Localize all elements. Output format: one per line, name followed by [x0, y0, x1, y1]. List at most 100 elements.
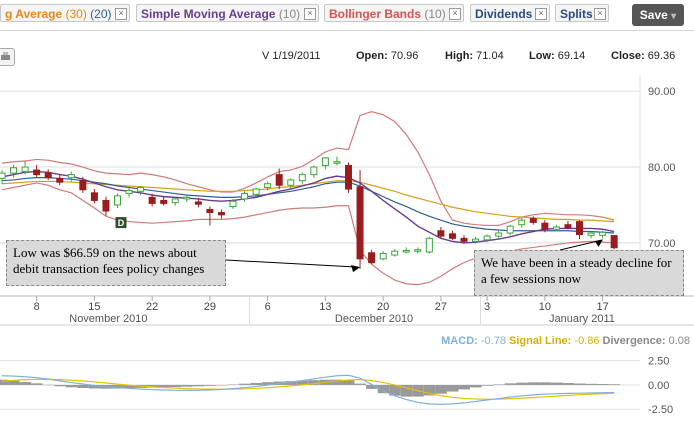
candle-body	[56, 177, 64, 183]
candle-body	[21, 166, 29, 173]
price-tick-label: 80.00	[648, 162, 676, 174]
candle-body	[102, 199, 110, 212]
x-tick-label: 29	[204, 301, 216, 313]
candle-body	[0, 172, 6, 179]
candle-body	[206, 209, 214, 214]
candle-body	[90, 192, 98, 201]
dividend-marker-label: D	[118, 218, 125, 228]
candle-body	[356, 186, 364, 260]
candle-body	[599, 231, 607, 236]
divergence-bar	[446, 384, 459, 392]
macd-tick-label: 0.00	[648, 380, 669, 392]
candle-body	[310, 166, 318, 176]
candle-body	[217, 212, 225, 216]
candle-body	[79, 180, 87, 191]
stock-chart[interactable]: 90.00 80.00 70.00 8 15 22 29 6 13 20 27 3 10 17 Novemb…	[0, 0, 694, 422]
x-tick-label: 27	[435, 301, 447, 313]
divergence-bar	[204, 384, 216, 386]
macd-value: -0.78	[481, 335, 509, 347]
candle-body	[345, 165, 352, 190]
candle-body	[67, 174, 75, 179]
candle-body	[298, 174, 306, 182]
x-tick-label: 10	[539, 301, 551, 313]
candle-body	[264, 183, 272, 189]
divergence-bar	[8, 380, 20, 385]
macd-legend: MACD: -0.78 Signal Line: -0.86 Divergenc…	[441, 335, 690, 347]
macd-tick-label: -2.50	[648, 404, 673, 416]
divergence-bar	[504, 383, 517, 385]
x-tick-label: 13	[319, 301, 331, 313]
candle-body	[483, 235, 491, 241]
candle-body	[379, 253, 387, 260]
candle-body	[368, 252, 376, 264]
candle-body	[495, 232, 503, 237]
candle-body	[114, 195, 121, 206]
candle-body	[321, 157, 329, 167]
candle-body	[171, 198, 179, 204]
x-tick-label: 15	[88, 301, 100, 313]
candle-body	[229, 200, 237, 207]
signal-value: -0.86	[574, 335, 602, 347]
candle-body	[275, 174, 283, 186]
candle-body	[414, 249, 422, 252]
divergence-bar	[435, 384, 447, 394]
divergence-bar	[19, 382, 32, 385]
divergence-bar	[42, 384, 55, 386]
candle-body	[472, 238, 480, 242]
month-label: December 2010	[335, 313, 413, 325]
divergence-bar	[250, 382, 263, 385]
divergence-bar	[239, 383, 251, 385]
arrow-head-low	[351, 265, 361, 273]
candle-body	[518, 219, 526, 226]
divergence-bar	[77, 384, 89, 388]
x-tick-label: 22	[146, 301, 158, 313]
divergence-bar	[516, 382, 528, 385]
divergence-bar	[493, 384, 505, 385]
candle-body	[402, 249, 410, 253]
price-tick-label: 90.00	[648, 86, 676, 98]
divergence-value: 0.08	[669, 335, 690, 347]
divergence-bar	[608, 384, 621, 385]
divergence-bar	[54, 384, 66, 387]
candle-body	[160, 199, 168, 204]
divergence-bar	[527, 382, 540, 385]
x-tick-label: 20	[377, 301, 389, 313]
arrow-line-low	[225, 259, 359, 268]
candle-body	[506, 225, 514, 234]
x-tick-label: 3	[484, 301, 490, 313]
divergence-bar	[539, 382, 551, 385]
macd-tick-label: 2.50	[648, 356, 669, 368]
divergence-bar	[227, 384, 239, 385]
signal-label: Signal Line:	[509, 335, 574, 347]
divergence-bar	[458, 384, 470, 390]
candle-body	[44, 172, 52, 179]
candle-body	[541, 222, 549, 230]
macd-label: MACD:	[441, 335, 481, 347]
candle-body	[287, 179, 295, 186]
candle-body	[10, 167, 18, 174]
candle-body	[610, 235, 618, 249]
candle-body	[137, 187, 145, 192]
divergence-bar	[354, 383, 367, 385]
macd-line	[1, 374, 615, 405]
x-tick-label: 6	[265, 301, 271, 313]
decline-note: We have been in a steady decline for a f…	[474, 250, 684, 296]
divergence-bar	[192, 384, 205, 387]
candle-body	[333, 161, 341, 164]
divergence-bar	[169, 384, 182, 388]
candle-body	[425, 237, 433, 253]
candle-body	[241, 193, 249, 200]
divergence-bar	[585, 383, 598, 385]
month-label: November 2010	[69, 313, 147, 325]
divergence-bar	[343, 380, 355, 385]
candle-body	[448, 233, 456, 239]
divergence-bar	[550, 382, 563, 385]
candle-body	[252, 188, 260, 195]
divergence-label: Divergence:	[603, 335, 669, 347]
candle-body	[552, 226, 560, 230]
low-news-note: Low was $66.59 on the news about debit t…	[6, 240, 226, 286]
candle-body	[437, 230, 445, 237]
candle-body	[576, 221, 583, 236]
divergence-bar	[65, 384, 78, 388]
candle-body	[564, 224, 572, 229]
